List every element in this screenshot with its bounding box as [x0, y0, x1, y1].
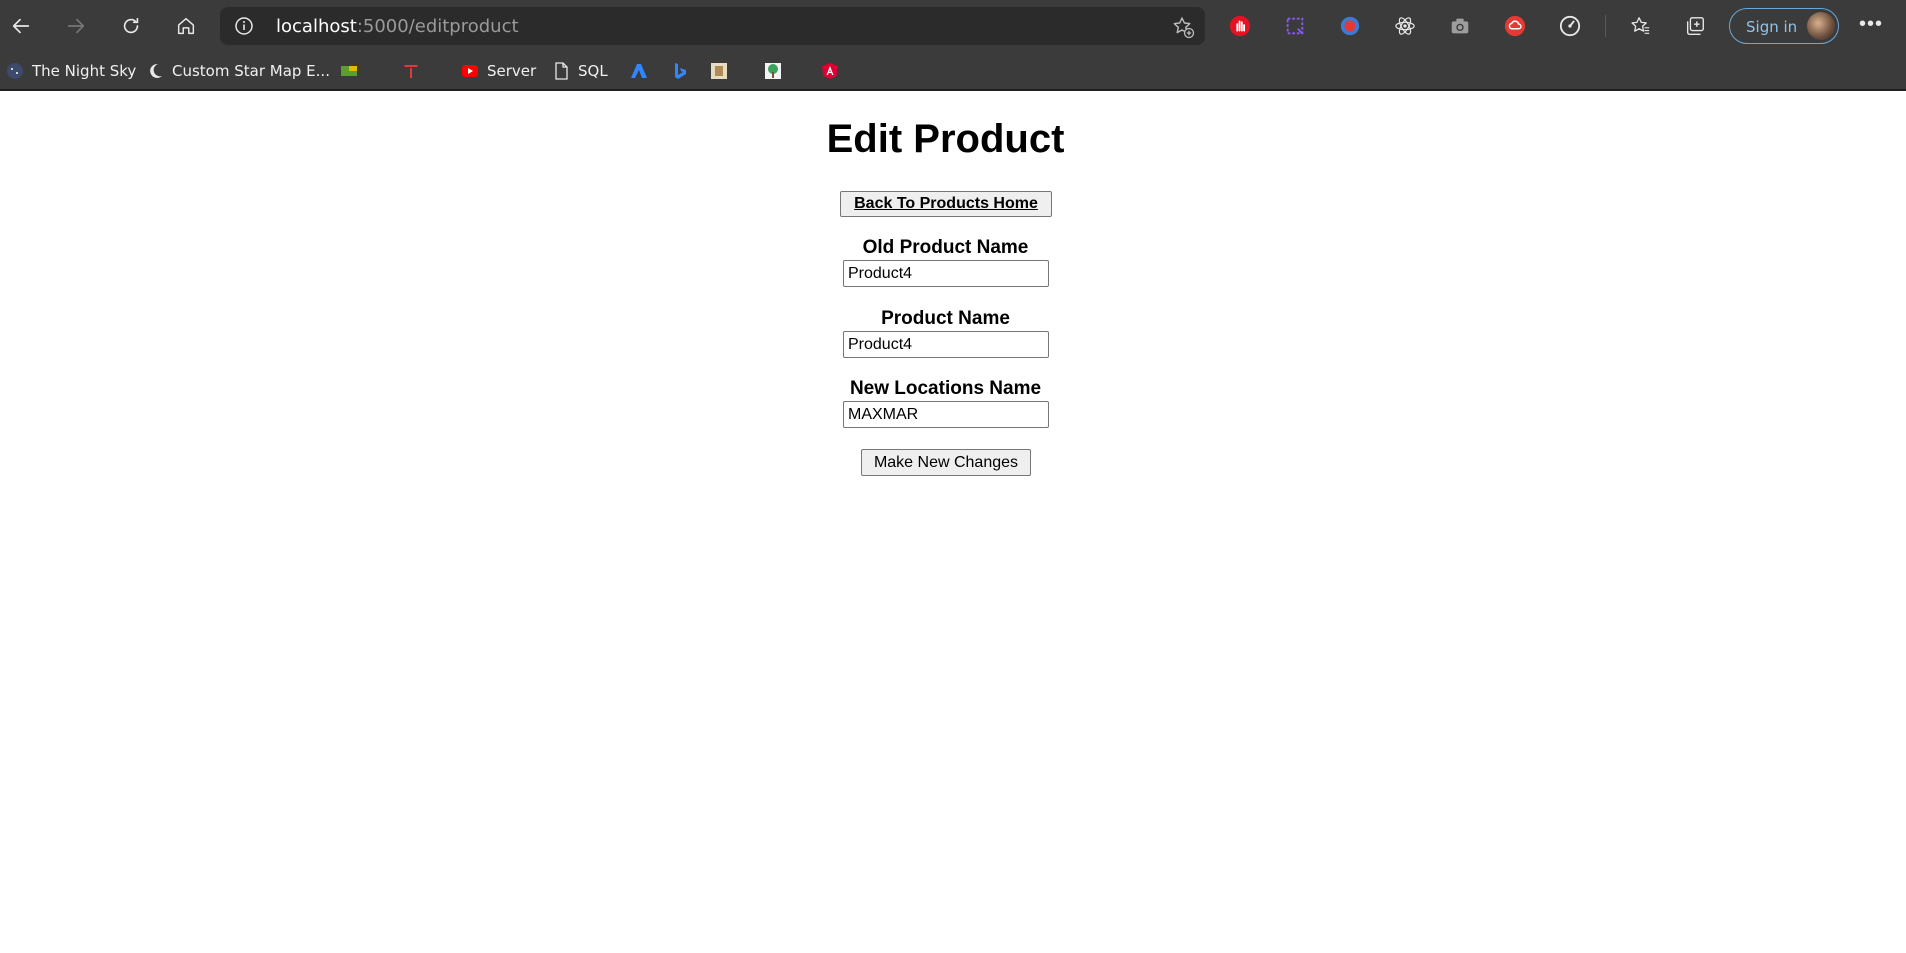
home-icon — [177, 17, 195, 35]
bookmark-azure[interactable] — [630, 58, 648, 84]
address-bar[interactable]: localhost:5000/editproduct — [220, 7, 1205, 45]
sign-in-button[interactable]: Sign in — [1729, 8, 1839, 44]
browser-chrome: localhost:5000/editproduct Sign in ••• T… — [0, 0, 1906, 91]
flag-icon — [340, 62, 358, 80]
refresh-button[interactable] — [112, 8, 150, 44]
product-name-label: Product Name — [881, 308, 1010, 329]
forward-button[interactable] — [57, 8, 95, 44]
forward-icon — [67, 18, 85, 34]
site-info-icon[interactable] — [234, 16, 254, 36]
collections-icon — [1686, 17, 1704, 35]
cloud-extension[interactable] — [1503, 14, 1527, 38]
youtube-icon — [461, 62, 479, 80]
tree-icon — [764, 62, 782, 80]
product-name-input[interactable] — [843, 331, 1049, 358]
bookmark-image[interactable] — [710, 58, 728, 84]
react-devtools-extension[interactable] — [1393, 14, 1417, 38]
hand-stop-icon — [1229, 15, 1251, 37]
camera-extension[interactable] — [1448, 14, 1472, 38]
screenshot-capture-icon — [1286, 17, 1304, 35]
bing-icon — [671, 62, 689, 80]
make-new-changes-button[interactable]: Make New Changes — [861, 449, 1031, 476]
document-icon — [552, 62, 570, 80]
bookmark-tesla[interactable] — [402, 58, 420, 84]
azure-icon — [630, 62, 648, 80]
night-sky-icon — [6, 62, 24, 80]
add-favorite-icon[interactable] — [1171, 15, 1195, 39]
back-button[interactable] — [2, 8, 40, 44]
cloud-icon — [1504, 15, 1526, 37]
old-product-name-input[interactable] — [843, 260, 1049, 287]
bookmark-label: SQL — [578, 62, 608, 80]
avatar — [1807, 12, 1835, 40]
moon-icon — [146, 62, 164, 80]
old-product-name-label: Old Product Name — [862, 237, 1029, 258]
toolbar-separator — [1605, 15, 1606, 37]
refresh-icon — [123, 17, 139, 34]
speedometer-extension[interactable] — [1558, 14, 1582, 38]
red-dot-icon — [1340, 16, 1360, 36]
more-menu-icon: ••• — [1858, 13, 1883, 35]
sign-in-label: Sign in — [1746, 18, 1798, 36]
react-devtools-icon — [1395, 17, 1415, 35]
bookmark-night-sky[interactable]: The Night Sky — [6, 58, 136, 84]
collections-button[interactable] — [1683, 14, 1707, 38]
bookmark-label: The Night Sky — [32, 62, 137, 80]
new-locations-name-input[interactable] — [843, 401, 1049, 428]
bookmark-label: Custom Star Map E... — [172, 62, 330, 80]
browser-toolbar: localhost:5000/editproduct Sign in ••• — [0, 0, 1906, 52]
bookmarks-bar: The Night Sky Custom Star Map E... Serve… — [0, 52, 1906, 90]
bookmark-tree[interactable] — [764, 58, 782, 84]
bookmark-label: Server — [487, 62, 537, 80]
image-bookmark-icon — [710, 62, 728, 80]
url-path: :5000/editproduct — [356, 16, 519, 37]
bookmark-flag[interactable] — [340, 58, 358, 84]
bookmark-server[interactable]: Server — [461, 58, 536, 84]
url-host: localhost — [276, 16, 357, 37]
speedometer-icon — [1559, 15, 1581, 37]
url-text[interactable]: localhost:5000/editproduct — [276, 16, 519, 37]
favorites-icon — [1631, 17, 1650, 34]
back-to-products-home-button[interactable]: Back To Products Home — [840, 191, 1052, 217]
camera-icon — [1451, 18, 1469, 34]
page-title: Edit Product — [826, 117, 1065, 161]
new-locations-name-label: New Locations Name — [849, 378, 1042, 399]
hand-stop-extension[interactable] — [1228, 14, 1252, 38]
bookmark-sql[interactable]: SQL — [552, 58, 608, 84]
more-menu-button[interactable]: ••• — [1856, 14, 1886, 38]
bookmark-custom-star-map[interactable]: Custom Star Map E... — [146, 58, 330, 84]
back-icon — [12, 18, 30, 34]
bookmark-angular[interactable] — [821, 58, 839, 84]
red-dot-extension[interactable] — [1338, 14, 1362, 38]
bookmark-bing[interactable] — [671, 58, 689, 84]
tesla-icon — [402, 62, 420, 80]
screenshot-extension[interactable] — [1283, 14, 1307, 38]
favorites-button[interactable] — [1628, 14, 1652, 38]
angular-icon — [821, 62, 839, 80]
home-button[interactable] — [167, 8, 205, 44]
chrome-divider — [0, 89, 1906, 91]
